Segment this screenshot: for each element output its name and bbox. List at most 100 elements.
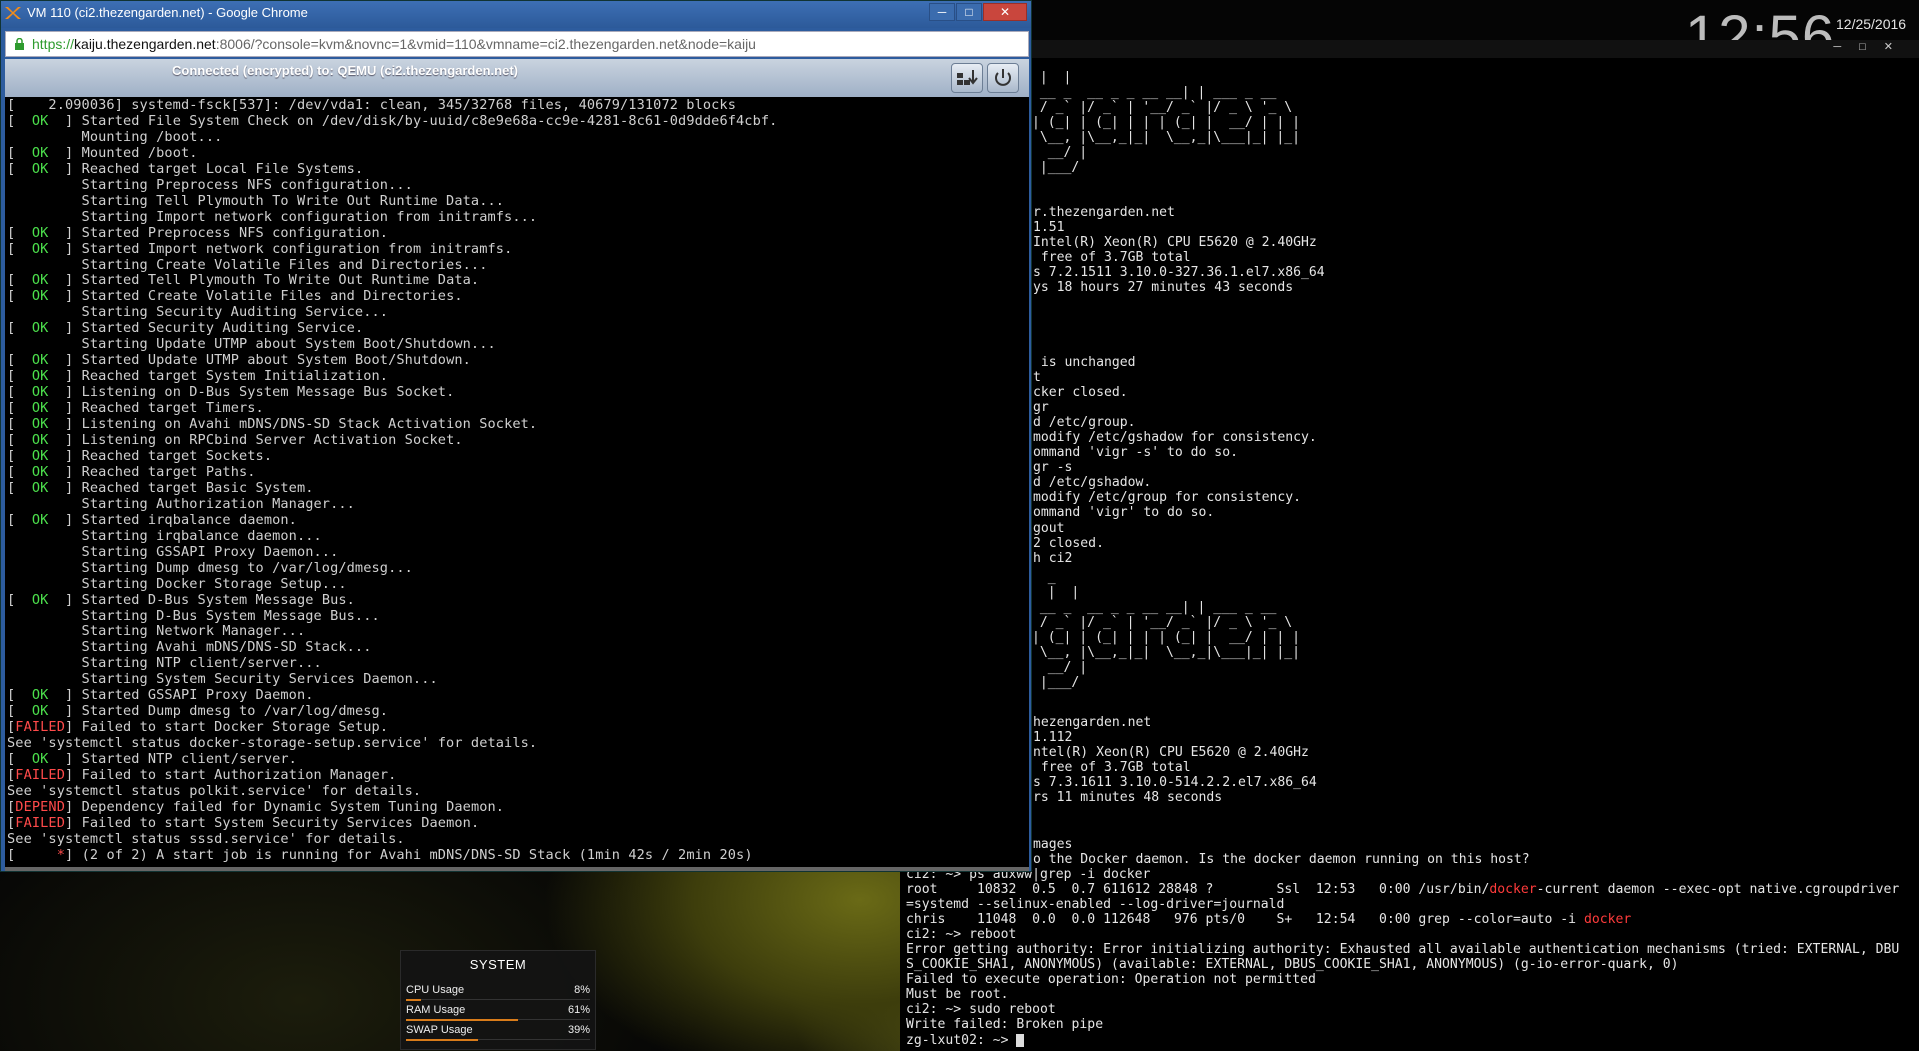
system-widget-title: SYSTEM (469, 957, 527, 972)
status-tag: [ OK ] (7, 352, 82, 369)
console-line: Starting Docker Storage Setup... (7, 575, 347, 592)
power-icon (995, 69, 1011, 86)
address-bar[interactable]: https://kaiju.thezengarden.net:8006/?con… (5, 31, 1029, 57)
console-line: [ OK ] Reached target Paths. (7, 463, 256, 480)
console-line: Starting Import network configuration fr… (7, 208, 538, 225)
status-tag: [DEPEND] (7, 798, 82, 815)
status-tag: [ OK ] (7, 416, 82, 433)
vm-console[interactable]: [ 2.090036] systemd-fsck[537]: /dev/vda1… (5, 97, 1029, 867)
console-line: [FAILED] Failed to start System Security… (7, 814, 480, 831)
maximize-button[interactable]: □ (956, 3, 982, 21)
console-line: [ OK ] Started Tell Plymouth To Write Ou… (7, 272, 480, 289)
docker-error-line: o the Docker daemon. Is the docker daemo… (1033, 852, 1530, 867)
console-line: Starting Authorization Manager... (7, 495, 355, 512)
console-line: [ OK ] Started Preprocess NFS configurat… (7, 224, 389, 241)
console-line: [FAILED] Failed to start Authorization M… (7, 767, 397, 784)
console-line: [ *] (2 of 2) A start job is running for… (7, 846, 753, 863)
console-line: Starting Preprocess NFS configuration... (7, 176, 413, 193)
connection-status: Connected (encrypted) to: QEMU (ci2.thez… (172, 63, 518, 78)
status-tag: [ OK ] (7, 224, 82, 241)
terminal-close-button[interactable]: ✕ (1884, 41, 1911, 53)
close-button[interactable]: ✕ (983, 3, 1027, 21)
host-info-2: hezengarden.net 1.112 ntel(R) Xeon(R) CP… (1033, 715, 1317, 806)
console-line: Mounting /boot... (7, 128, 223, 145)
swap-usage-bar (406, 1039, 478, 1041)
console-line: Starting GSSAPI Proxy Daemon... (7, 543, 339, 560)
console-line: See 'systemctl status sssd.service' for … (7, 830, 405, 847)
ram-usage-row: RAM Usage 61% (406, 1004, 590, 1021)
console-line: [ OK ] Listening on RPCbind Server Activ… (7, 432, 463, 449)
auth-error-1: Error getting authority: Error initializ… (906, 942, 1900, 958)
browser-titlebar[interactable]: VM 110 (ci2.thezengarden.net) - Google C… (1, 1, 1031, 28)
console-line: [ OK ] Reached target Local File Systems… (7, 160, 364, 177)
console-line: [DEPEND] Dependency failed for Dynamic S… (7, 798, 505, 815)
status-tag: [ OK ] (7, 240, 82, 257)
garden-ascii-banner-2: _ | | __ _ __ _ _ __ __| | ___ _ __ / _`… (1032, 570, 1301, 691)
auth-error-3: Failed to execute operation: Operation n… (906, 972, 1316, 988)
novnc-control-bar: Connected (encrypted) to: QEMU (ci2.thez… (5, 59, 1029, 97)
status-tag: [FAILED] (7, 719, 82, 736)
auth-error-4: Must be root. (906, 987, 1009, 1003)
status-tag: [ OK ] (7, 144, 82, 161)
console-line: [ OK ] Started D-Bus System Message Bus. (7, 591, 355, 608)
host-info-1: r.thezengarden.net 1.51 Intel(R) Xeon(R)… (1033, 205, 1325, 296)
console-line: [ OK ] Started Dump dmesg to /var/log/dm… (7, 703, 389, 720)
status-tag: [ OK ] (7, 112, 82, 129)
console-line: Starting Create Volatile Files and Direc… (7, 256, 488, 273)
swap-usage-row: SWAP Usage 39% (406, 1024, 590, 1041)
status-tag: [ OK ] (7, 751, 82, 768)
console-line: See 'systemctl status polkit.service' fo… (7, 782, 422, 799)
minimize-button[interactable]: ─ (929, 3, 955, 21)
terminal-titlebar[interactable]: ─□✕ (900, 40, 1919, 58)
status-tag: [ OK ] (7, 160, 82, 177)
status-tag: [ OK ] (7, 447, 82, 464)
terminal-window-controls[interactable]: ─□✕ (1833, 40, 1911, 53)
terminal-session-output[interactable]: ci2: ~> ps auxww|grep -i docker root 108… (906, 867, 1899, 1048)
console-line: Starting Avahi mDNS/DNS-SD Stack... (7, 639, 372, 656)
write-failed-line: Write failed: Broken pipe (906, 1017, 1104, 1033)
shell-prompt[interactable]: zg-lxut02: ~> (906, 1033, 1025, 1048)
send-keys-button[interactable] (951, 63, 983, 93)
console-line: [ OK ] Reached target System Initializat… (7, 368, 389, 385)
console-line: Starting Network Manager... (7, 623, 306, 640)
console-line: [ OK ] Started Security Auditing Service… (7, 320, 364, 337)
console-line: See 'systemctl status docker-storage-set… (7, 735, 538, 752)
console-line: [ OK ] Reached target Sockets. (7, 447, 273, 464)
status-tag: [FAILED] (7, 814, 82, 831)
console-line: Starting Update UTMP about System Boot/S… (7, 336, 496, 353)
status-tag: [ OK ] (7, 479, 82, 496)
browser-window-title: VM 110 (ci2.thezengarden.net) - Google C… (27, 5, 308, 20)
console-scrollbar[interactable] (5, 867, 1029, 871)
console-line: [ OK ] Started File System Check on /dev… (7, 112, 778, 129)
system-monitor-widget: SYSTEM CPU Usage 8% RAM Usage 61% SWAP U… (400, 950, 596, 1050)
boot-log: [ 2.090036] systemd-fsck[537]: /dev/vda1… (7, 97, 778, 864)
ram-usage-bar (406, 1019, 519, 1021)
status-tag: [ OK ] (7, 368, 82, 385)
console-line: Starting irqbalance daemon... (7, 527, 322, 544)
terminal-minimize-button[interactable]: ─ (1833, 41, 1859, 53)
console-line: [ OK ] Started irqbalance daemon. (7, 511, 297, 528)
secure-lock-icon (15, 38, 24, 50)
status-tag: [ OK ] (7, 703, 82, 720)
status-tag: [ OK ] (7, 272, 82, 289)
text-cursor (1016, 1033, 1025, 1047)
console-line: Starting Security Auditing Service... (7, 304, 389, 321)
status-tag: [ OK ] (7, 384, 82, 401)
ps-line-3: chris 11048 0.0 0.0 112648 976 pts/0 S+ … (906, 912, 1632, 928)
terminal-window[interactable]: ─□✕ | | __ _ __ _ _ __ __| | ___ _ __ / … (900, 40, 1919, 1051)
console-line: [ OK ] Listening on Avahi mDNS/DNS-SD St… (7, 416, 538, 433)
console-line: [ OK ] Listening on D-Bus System Message… (7, 384, 455, 401)
status-tag: [ OK ] (7, 432, 82, 449)
console-line: [ OK ] Started GSSAPI Proxy Daemon. (7, 687, 314, 704)
keyboard-send-icon (957, 70, 978, 85)
console-line: [FAILED] Failed to start Docker Storage … (7, 719, 389, 736)
url-text[interactable]: https://kaiju.thezengarden.net:8006/?con… (32, 36, 756, 52)
browser-window[interactable]: VM 110 (ci2.thezengarden.net) - Google C… (0, 0, 1032, 872)
cpu-usage-bar (406, 999, 421, 1001)
terminal-maximize-button[interactable]: □ (1859, 41, 1884, 53)
reboot-prompt: ci2: ~> reboot (906, 927, 1017, 943)
console-line: [ OK ] Started Update UTMP about System … (7, 352, 471, 369)
power-button[interactable] (987, 63, 1019, 93)
status-tag: [ OK ] (7, 400, 82, 417)
auth-error-2: S_COOKIE_SHA1, ANONYMOUS) (available: EX… (906, 957, 1679, 973)
